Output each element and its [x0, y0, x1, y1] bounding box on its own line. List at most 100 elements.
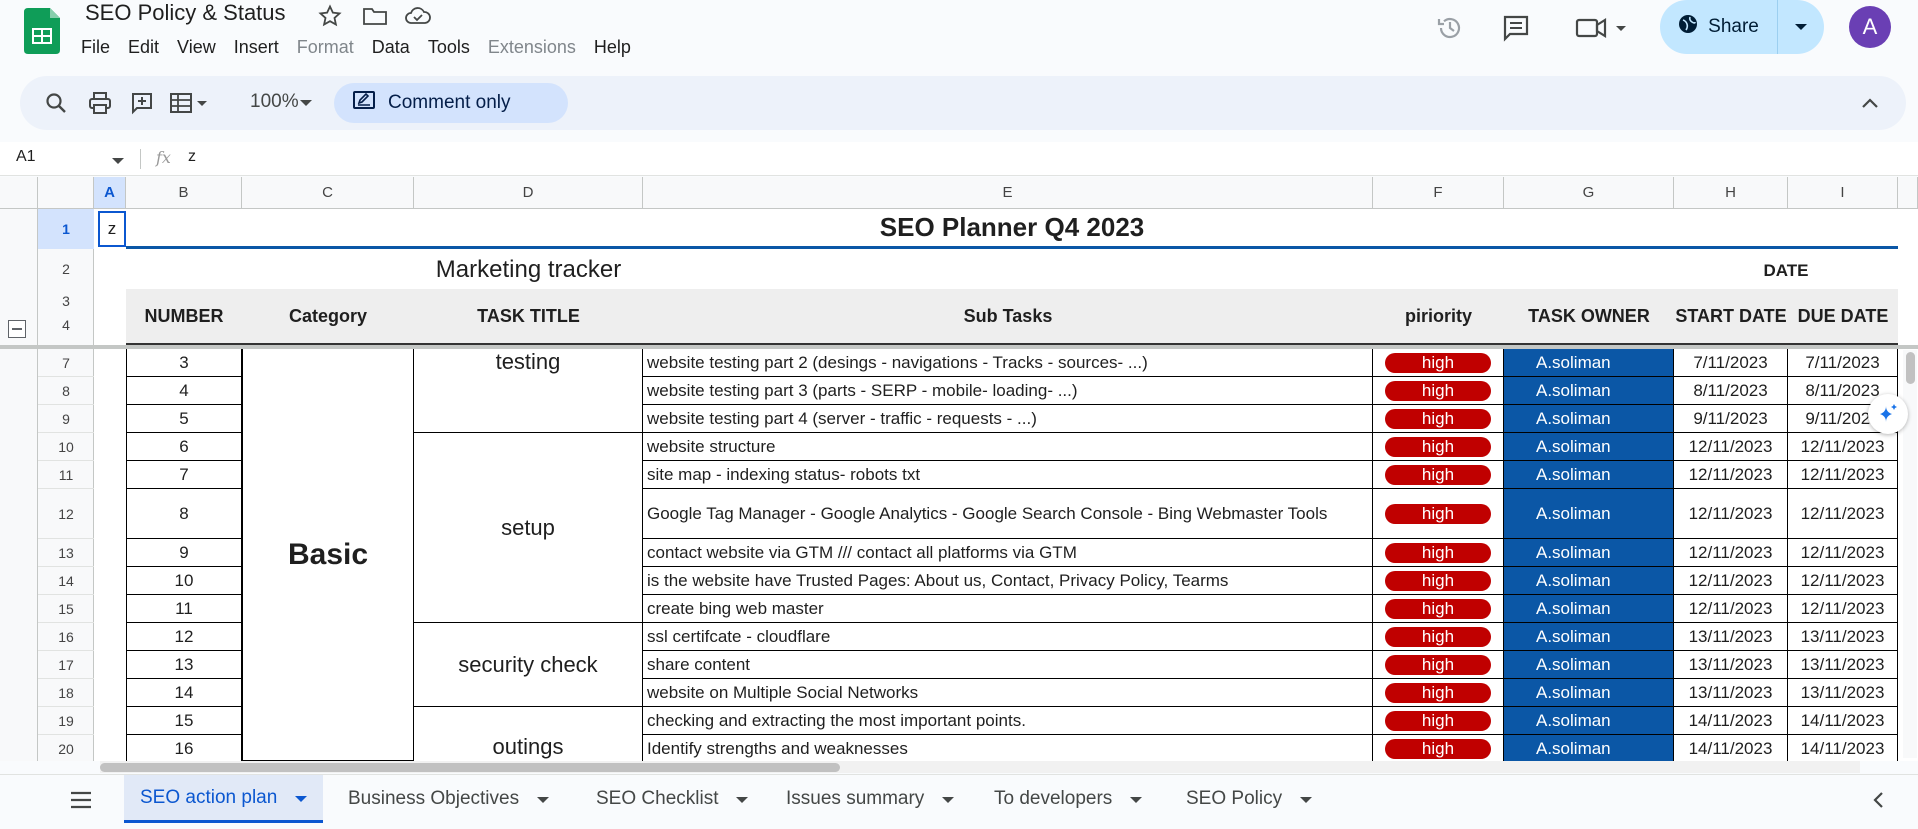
priority-cell[interactable]: high — [1373, 349, 1504, 377]
priority-chip[interactable]: high — [1385, 738, 1491, 759]
due-date-cell[interactable]: 12/11/2023 — [1788, 567, 1898, 595]
all-sheets-menu-icon[interactable] — [70, 791, 92, 809]
menu-extensions[interactable]: Extensions — [479, 36, 585, 62]
avatar[interactable]: A — [1849, 6, 1891, 48]
start-date-cell[interactable]: 13/11/2023 — [1674, 651, 1788, 679]
meet-icon[interactable] — [1572, 10, 1632, 46]
priority-chip[interactable]: high — [1385, 352, 1491, 373]
task-owner-cell[interactable]: A.soliman — [1504, 679, 1674, 707]
chevron-down-icon[interactable] — [1300, 788, 1313, 810]
row-header[interactable]: 15 — [38, 595, 94, 623]
priority-chip[interactable]: high — [1385, 710, 1491, 731]
sub-task-cell[interactable]: website on Multiple Social Networks — [643, 679, 1373, 707]
due-date-cell[interactable]: 13/11/2023 — [1788, 623, 1898, 651]
due-date-cell[interactable]: 12/11/2023 — [1788, 539, 1898, 567]
task-owner-cell[interactable]: A.soliman — [1504, 651, 1674, 679]
priority-cell[interactable]: high — [1373, 489, 1504, 539]
task-number-cell[interactable]: 11 — [126, 595, 242, 623]
due-date-cell[interactable]: 12/11/2023 — [1788, 595, 1898, 623]
move-folder-icon[interactable] — [362, 4, 388, 30]
chevron-down-icon[interactable] — [537, 788, 550, 810]
task-group-security-check[interactable]: security check — [414, 623, 643, 707]
priority-cell[interactable]: high — [1373, 707, 1504, 735]
task-owner-cell[interactable]: A.soliman — [1504, 433, 1674, 461]
priority-chip[interactable]: high — [1385, 542, 1491, 563]
share-options-button[interactable] — [1778, 0, 1824, 54]
row-header[interactable]: 7 — [38, 349, 94, 377]
sub-task-cell[interactable]: Identify strengths and weaknesses — [643, 735, 1373, 761]
start-date-cell[interactable]: 12/11/2023 — [1674, 461, 1788, 489]
task-number-cell[interactable]: 12 — [126, 623, 242, 651]
row-header[interactable]: 16 — [38, 623, 94, 651]
task-group-testing[interactable]: testing — [414, 349, 643, 433]
priority-chip[interactable]: high — [1385, 436, 1491, 457]
name-box-chevron-down-icon[interactable] — [112, 152, 124, 170]
col-header-h[interactable]: H — [1674, 177, 1788, 209]
priority-cell[interactable]: high — [1373, 623, 1504, 651]
version-history-icon[interactable] — [1432, 10, 1468, 46]
due-date-cell[interactable]: 12/11/2023 — [1788, 461, 1898, 489]
row-header[interactable]: 11 — [38, 461, 94, 489]
task-owner-cell[interactable]: A.soliman — [1504, 461, 1674, 489]
sheet-tab[interactable]: SEO Policy — [1170, 775, 1328, 823]
task-number-cell[interactable]: 7 — [126, 461, 242, 489]
star-icon[interactable] — [318, 4, 344, 30]
task-owner-cell[interactable]: A.soliman — [1504, 707, 1674, 735]
priority-chip[interactable]: high — [1385, 570, 1491, 591]
task-number-cell[interactable]: 16 — [126, 735, 242, 761]
start-date-cell[interactable]: 13/11/2023 — [1674, 679, 1788, 707]
menu-view[interactable]: View — [168, 36, 225, 62]
document-title[interactable]: SEO Policy & Status — [85, 0, 286, 26]
priority-cell[interactable]: high — [1373, 377, 1504, 405]
task-owner-cell[interactable]: A.soliman — [1504, 595, 1674, 623]
row-header-2[interactable]: 2 — [38, 249, 94, 289]
due-date-cell[interactable]: 14/11/2023 — [1788, 735, 1898, 761]
start-date-cell[interactable]: 12/11/2023 — [1674, 567, 1788, 595]
start-date-cell[interactable]: 12/11/2023 — [1674, 595, 1788, 623]
sub-task-cell[interactable]: website testing part 3 (parts - SERP - m… — [643, 377, 1373, 405]
sub-task-cell[interactable]: create bing web master — [643, 595, 1373, 623]
start-date-cell[interactable]: 13/11/2023 — [1674, 623, 1788, 651]
task-number-cell[interactable]: 13 — [126, 651, 242, 679]
task-number-cell[interactable]: 10 — [126, 567, 242, 595]
sheets-logo-icon[interactable] — [24, 8, 64, 54]
cell-a1-selected[interactable]: z — [98, 211, 126, 247]
share-button[interactable]: Share — [1660, 0, 1824, 54]
task-number-cell[interactable]: 5 — [126, 405, 242, 433]
col-header-i[interactable]: I — [1788, 177, 1898, 209]
priority-chip[interactable]: high — [1385, 598, 1491, 619]
col-header-g[interactable]: G — [1504, 177, 1674, 209]
task-number-cell[interactable]: 15 — [126, 707, 242, 735]
menu-format[interactable]: Format — [288, 36, 363, 62]
priority-cell[interactable]: high — [1373, 539, 1504, 567]
select-all-corner[interactable] — [38, 177, 94, 209]
start-date-cell[interactable]: 9/11/2023 — [1674, 405, 1788, 433]
priority-cell[interactable]: high — [1373, 461, 1504, 489]
task-owner-cell[interactable]: A.soliman — [1504, 349, 1674, 377]
due-date-cell[interactable]: 7/11/2023 — [1788, 349, 1898, 377]
sub-task-cell[interactable]: ssl certifcate - cloudflare — [643, 623, 1373, 651]
priority-chip[interactable]: high — [1385, 654, 1491, 675]
priority-chip[interactable]: high — [1385, 380, 1491, 401]
row-header[interactable]: 13 — [38, 539, 94, 567]
due-date-cell[interactable]: 12/11/2023 — [1788, 489, 1898, 539]
task-number-cell[interactable]: 8 — [126, 489, 242, 539]
sub-task-cell[interactable]: site map - indexing status- robots txt — [643, 461, 1373, 489]
comment-only-mode-button[interactable]: Comment only — [334, 83, 568, 123]
col-header-a[interactable]: A — [94, 177, 126, 209]
chevron-down-icon[interactable] — [736, 788, 749, 810]
name-box[interactable]: A1 — [16, 148, 36, 166]
task-group-outings[interactable]: outings — [414, 707, 643, 761]
menu-edit[interactable]: Edit — [119, 36, 168, 62]
row-header[interactable]: 19 — [38, 707, 94, 735]
share-main[interactable]: Share — [1660, 0, 1778, 54]
chevron-down-icon[interactable] — [1130, 788, 1143, 810]
menu-help[interactable]: Help — [585, 36, 640, 62]
row-header[interactable]: 17 — [38, 651, 94, 679]
search-icon[interactable] — [42, 89, 70, 117]
row-header[interactable]: 18 — [38, 679, 94, 707]
col-header-f[interactable]: F — [1373, 177, 1504, 209]
priority-chip[interactable]: high — [1385, 626, 1491, 647]
sub-task-cell[interactable]: checking and extracting the most importa… — [643, 707, 1373, 735]
priority-cell[interactable]: high — [1373, 735, 1504, 761]
